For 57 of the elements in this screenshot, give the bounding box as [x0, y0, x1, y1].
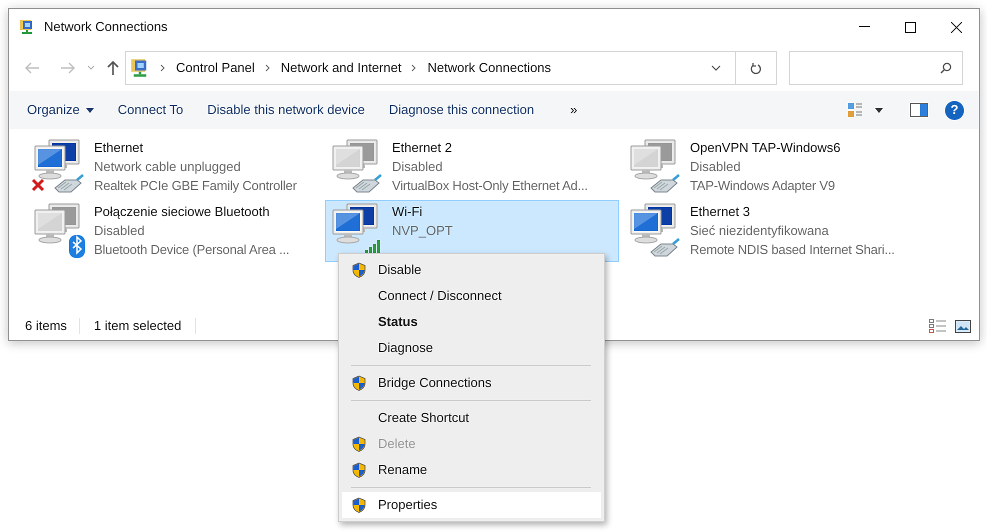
network-folder-icon [19, 19, 35, 35]
breadcrumb-link[interactable]: Control Panel [176, 58, 255, 78]
caret-icon[interactable] [875, 108, 883, 112]
connection-status: Network cable unplugged [94, 158, 242, 176]
toolbar-button[interactable]: Diagnose this connection [382, 95, 540, 125]
up-arrow-icon[interactable] [106, 60, 120, 76]
device-name: Realtek PCIe GBE Family Controller [94, 177, 297, 195]
connection-status: Disabled [94, 222, 146, 240]
connection-name: Ethernet 2 [392, 139, 453, 157]
toolbar-button[interactable]: Connect To [112, 95, 190, 125]
connection-status: Sieć niezidentyfikowana [690, 222, 830, 240]
menu-item[interactable]: Status [342, 309, 601, 335]
selection-count: 1 item selected [94, 317, 182, 336]
toolbar-button[interactable]: Disable this network device [201, 95, 371, 125]
connection-item[interactable]: Ethernet 3 Sieć niezidentyfikowana Remote NDIS based Internet Shari... [623, 200, 917, 262]
connection-name: Ethernet [94, 139, 144, 157]
menu-item[interactable]: Create Shortcut [342, 405, 601, 431]
more-commands-chevron[interactable]: » [564, 100, 584, 120]
maximize-icon [904, 22, 916, 32]
window-title: Network Connections [44, 18, 168, 36]
device-name: TAP-Windows Adapter V9 [690, 177, 836, 195]
connection-name: Połączenie sieciowe Bluetooth [94, 203, 271, 221]
connection-name: Wi-Fi [392, 203, 424, 221]
refresh-icon [750, 62, 762, 74]
menu-item[interactable]: Diagnose [342, 335, 601, 361]
device-name: Bluetooth Device (Personal Area ... [94, 241, 290, 259]
address-bar[interactable]: Control Panel Network and Internet Network Connections [125, 51, 777, 85]
connection-name: OpenVPN TAP-Windows6 [690, 139, 841, 157]
change-view-icon[interactable] [847, 102, 863, 118]
menu-item[interactable]: Connect / Disconnect [342, 283, 601, 309]
connection-name: Ethernet 3 [690, 203, 751, 221]
menu-item[interactable]: Bridge Connections [342, 370, 601, 396]
search-icon [940, 62, 952, 74]
menu-item[interactable]: Rename [342, 457, 601, 483]
breadcrumb-separator-icon [264, 64, 271, 72]
device-name: VirtualBox Host-Only Ethernet Ad... [392, 177, 588, 195]
connection-status: NVP_OPT [392, 222, 453, 240]
close-icon [950, 22, 962, 32]
search-field[interactable] [789, 51, 963, 85]
dropdown-chevron-icon[interactable] [711, 65, 721, 71]
item-count: 6 items [25, 317, 67, 336]
breadcrumb-link[interactable]: Network and Internet [280, 58, 402, 78]
connection-item[interactable]: Ethernet Network cable unplugged Realtek PCIe GBE Family Controller [27, 136, 321, 198]
minimize-icon [858, 26, 870, 28]
device-name: Remote NDIS based Internet Shari... [690, 241, 895, 259]
connection-status: Disabled [392, 158, 444, 176]
toolbar-button[interactable]: Organize [21, 95, 100, 125]
recent-locations-chevron-icon[interactable] [87, 65, 95, 71]
connection-status: Disabled [690, 158, 742, 176]
menu-item[interactable]: Properties [342, 492, 601, 518]
breadcrumb-separator-icon [160, 64, 166, 72]
breadcrumb-separator-icon [411, 64, 418, 72]
details-view-icon[interactable] [929, 319, 947, 333]
large-icons-view-icon[interactable] [955, 320, 971, 332]
help-button[interactable]: ? [945, 100, 964, 120]
breadcrumb-link[interactable]: Network Connections [427, 58, 552, 78]
preview-pane-icon[interactable] [910, 103, 928, 117]
